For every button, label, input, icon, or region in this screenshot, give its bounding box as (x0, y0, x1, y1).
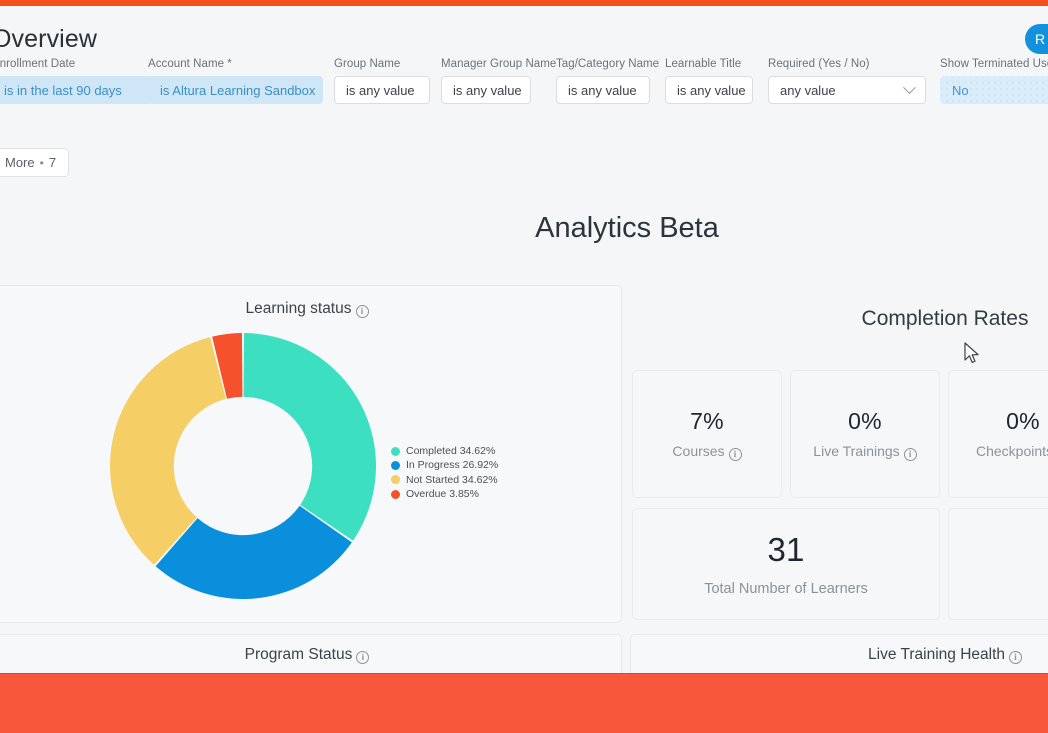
filter-label: Group Name (334, 58, 401, 70)
legend-color-swatch (391, 446, 400, 456)
filter-input[interactable]: any value (768, 76, 926, 104)
donut-svg (110, 333, 376, 599)
filter-show-terminated-users: Show Terminated Users No (940, 58, 1048, 104)
filter-required-yes-no: Required (Yes / No) any value (768, 58, 926, 104)
kpi-label-text: Checkpoints (975, 442, 1048, 459)
legend-item[interactable]: Not Started 34.62% (391, 473, 498, 487)
legend-label: Overdue 3.85% (406, 488, 479, 501)
filter-input[interactable]: is any value (556, 76, 650, 104)
more-filters-count: 7 (48, 155, 57, 170)
kpi-value: 7% (690, 407, 724, 434)
filter-label: Manager Group Name (441, 58, 557, 70)
info-icon[interactable]: i (728, 447, 742, 461)
filter-manager-group-name: Manager Group Name is any value (441, 58, 557, 104)
legend-item[interactable]: Completed 34.62% (391, 444, 498, 458)
filter-account-name: Account Name * is Altura Learning Sandbox (148, 58, 323, 104)
filter-value: is any value (346, 82, 415, 98)
legend-item[interactable]: Overdue 3.85% (391, 487, 498, 501)
filter-label: Enrollment Date (0, 58, 76, 70)
filter-tag-category-name: Tag/Category Name is any value (556, 58, 660, 104)
learning-status-title: Learning status i (0, 300, 621, 318)
more-filters-separator: • (39, 155, 44, 170)
filter-group-name: Group Name is any value (334, 58, 430, 104)
filter-value: any value (780, 82, 836, 98)
kpi-card[interactable]: 0% Checkpointsi (948, 370, 1048, 498)
filter-value: is any value (453, 82, 522, 98)
kpi-value: 0% (848, 407, 882, 434)
filter-input[interactable]: No (940, 76, 1048, 104)
kpi-label-text: Courses (672, 442, 725, 459)
learning-status-panel: Learning status i Completed 34.62% In Prog… (0, 285, 622, 623)
filter-value: is in the last 90 days (4, 82, 122, 98)
filter-label: Learnable Title (665, 58, 742, 70)
kpi-label: Live Trainings i (813, 442, 917, 461)
kpi-card-total-learners[interactable]: 31 Total Number of Learners (632, 508, 940, 620)
filter-value: is any value (568, 82, 637, 98)
page-header: Overview R (0, 6, 1048, 54)
chevron-down-icon[interactable] (903, 80, 916, 94)
mouse-cursor (964, 342, 979, 363)
kpi-label: Total Number of Learners (704, 581, 868, 597)
run-button[interactable]: R (1025, 24, 1048, 54)
kpi-card[interactable]: 0% Live Trainings i (790, 370, 940, 498)
kpi-label-text: Live Trainings (813, 442, 900, 459)
kpi-card[interactable]: 7% Courses i (632, 370, 782, 498)
legend-color-swatch (391, 489, 400, 499)
filter-input[interactable]: is Altura Learning Sandbox (148, 76, 323, 104)
legend-label: In Progress 26.92% (406, 459, 499, 472)
legend-color-swatch (391, 475, 400, 485)
program-status-title: Program Status i (0, 646, 621, 664)
filter-input[interactable]: is any value (665, 76, 753, 104)
info-icon[interactable]: i (355, 305, 369, 318)
legend-label: Not Started 34.62% (406, 473, 498, 486)
filter-value: is Altura Learning Sandbox (160, 82, 316, 98)
filter-label: Account Name * (148, 58, 232, 70)
learning-status-title-text: Learning status (245, 300, 352, 317)
live-training-health-title: Live Training Health i (631, 646, 1048, 664)
donut-slice[interactable] (243, 333, 376, 541)
donut-legend: Completed 34.62% In Progress 26.92% Not St… (391, 444, 498, 502)
learning-status-donut-chart (108, 331, 378, 606)
filter-input[interactable]: is any value (334, 76, 430, 104)
legend-label: Completed 34.62% (406, 445, 496, 457)
more-filters-button[interactable]: More • 7 (0, 148, 70, 177)
bottom-accent-bar (0, 673, 1048, 733)
filter-label: Tag/Category Name (556, 58, 660, 70)
kpi-value: 0% (1006, 407, 1040, 434)
filter-input[interactable]: is any value (441, 76, 531, 104)
kpi-value: 31 (767, 531, 805, 568)
legend-item[interactable]: In Progress 26.92% (391, 458, 498, 472)
info-icon[interactable]: i (1009, 651, 1022, 664)
page-title: Overview (0, 25, 97, 53)
kpi-label: Courses i (672, 442, 742, 461)
completion-rates-title: Completion Rates (861, 307, 1029, 330)
filter-learnable-title: Learnable Title is any value (665, 58, 753, 104)
info-icon[interactable]: i (903, 447, 917, 461)
filter-bar: Enrollment Date is in the last 90 days Acc… (0, 58, 1048, 120)
analytics-dashboard-page: Overview R Enrollment Date is in the last… (0, 0, 1048, 733)
kpi-label: Checkpointsi (976, 443, 1048, 461)
filter-label: Required (Yes / No) (768, 58, 870, 70)
program-status-title-text: Program Status (244, 646, 353, 663)
dashboard-title: Analytics Beta (535, 212, 719, 244)
filter-value: is any value (677, 82, 746, 98)
legend-color-swatch (391, 461, 400, 471)
filter-input[interactable]: is in the last 90 days (0, 76, 152, 104)
info-icon[interactable]: i (356, 651, 370, 664)
filter-label: Show Terminated Users (940, 58, 1048, 70)
live-training-health-title-text: Live Training Health (868, 646, 1005, 663)
filter-value: No (952, 82, 969, 98)
more-filters-label: More (5, 155, 35, 170)
filter-enrollment-date: Enrollment Date is in the last 90 days (0, 58, 152, 104)
kpi-card-truncated[interactable] (948, 508, 1048, 620)
